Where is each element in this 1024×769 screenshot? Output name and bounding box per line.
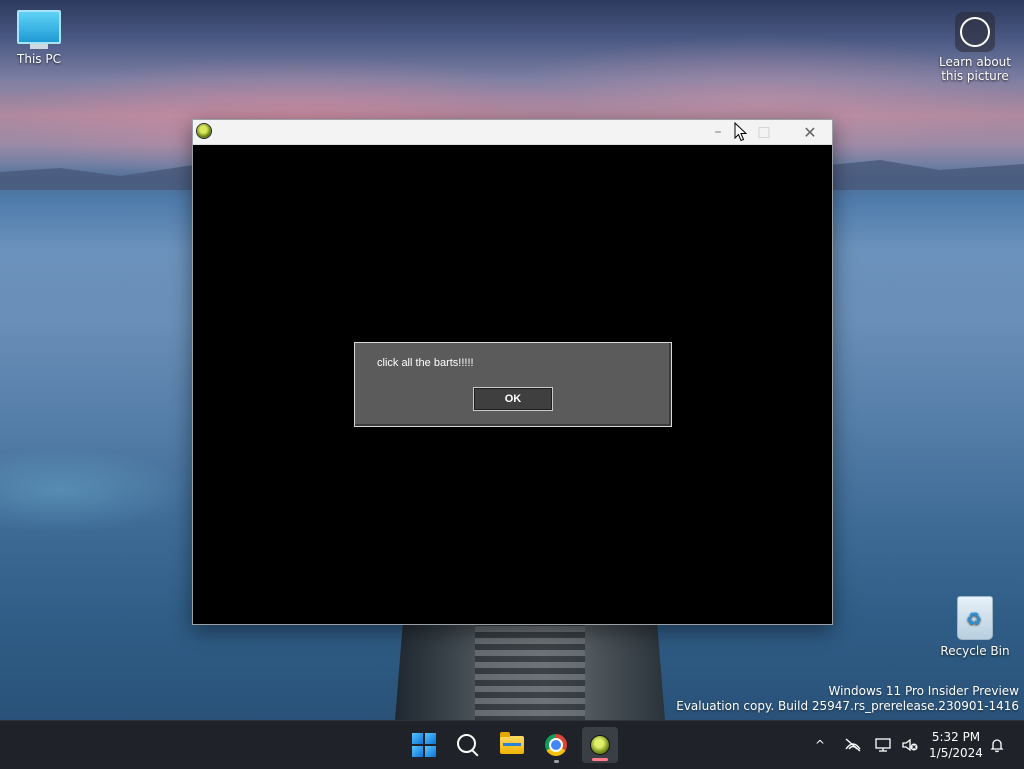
speaker-muted-icon[interactable] — [899, 721, 921, 769]
folder-icon — [500, 732, 524, 754]
desktop-icon-label: Learn about this picture — [939, 55, 1011, 83]
desktop-icon-recycle-bin[interactable]: ♻ Recycle Bin — [940, 596, 1010, 658]
game-window: – □ ✕ click all the barts!!!!! OK — [192, 119, 833, 625]
game-app-button[interactable] — [582, 727, 618, 763]
search-icon — [456, 733, 476, 753]
active-indicator — [592, 758, 608, 761]
display-icon[interactable] — [872, 721, 894, 769]
mouse-cursor-icon — [734, 122, 748, 142]
notification-bell-icon[interactable] — [986, 721, 1008, 769]
computer-icon — [17, 10, 61, 44]
desktop-icon-label: Recycle Bin — [940, 644, 1010, 658]
desktop-icon-this-pc[interactable]: This PC — [10, 10, 68, 66]
show-hidden-icons-button[interactable]: ^ — [810, 721, 830, 769]
game-gear-icon — [197, 124, 211, 138]
start-button[interactable] — [407, 729, 441, 761]
clock-date: 1/5/2024 — [929, 746, 983, 760]
watermark-line-1: Windows 11 Pro Insider Preview — [828, 684, 1019, 698]
camera-info-icon — [955, 12, 995, 52]
game-gear-icon — [591, 736, 609, 754]
close-button[interactable]: ✕ — [787, 120, 833, 144]
chrome-button[interactable] — [539, 729, 573, 763]
chrome-icon — [545, 734, 567, 756]
game-canvas[interactable]: click all the barts!!!!! OK — [193, 145, 832, 624]
windows-watermark: Windows 11 Pro Insider Preview Evaluatio… — [676, 684, 1019, 714]
file-explorer-button[interactable] — [495, 729, 529, 761]
desktop-icon-label: This PC — [17, 52, 61, 66]
watermark-line-2: Evaluation copy. Build 25947.rs_prerelea… — [676, 699, 1019, 713]
system-clock[interactable]: 5:32 PM 1/5/2024 — [925, 721, 987, 769]
dialog-message: click all the barts!!!!! — [377, 357, 474, 369]
windows-start-icon — [412, 733, 436, 757]
search-button[interactable] — [451, 729, 485, 761]
ok-button[interactable]: OK — [473, 387, 553, 411]
wooden-pier — [395, 620, 665, 720]
message-dialog: click all the barts!!!!! OK — [354, 342, 672, 427]
taskbar: ^ 5:32 PM 1/5/2024 — [0, 720, 1024, 769]
clock-time: 5:32 PM — [931, 730, 981, 744]
recycle-bin-icon: ♻ — [957, 596, 993, 640]
network-disconnected-icon[interactable] — [842, 721, 864, 769]
running-indicator — [554, 760, 559, 763]
desktop-icon-learn-about-picture[interactable]: Learn about this picture — [938, 12, 1012, 83]
